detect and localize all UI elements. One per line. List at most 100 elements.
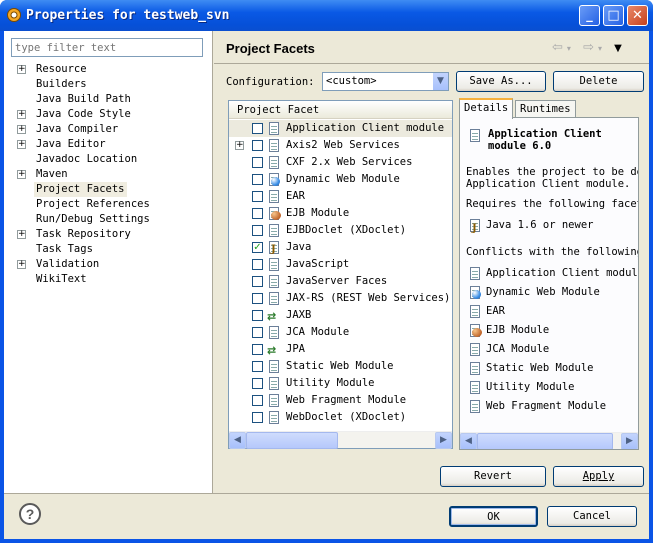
facet-column-header[interactable]: Project Facet	[229, 101, 452, 119]
facet-row[interactable]: ⇄ JPA	[229, 341, 452, 358]
scroll-left-icon[interactable]: ◀	[460, 433, 477, 449]
facet-checkbox[interactable]	[252, 327, 263, 338]
scroll-thumb[interactable]	[246, 432, 338, 449]
tree-item-label: Task Tags	[36, 243, 93, 255]
expand-icon[interactable]: +	[17, 110, 26, 119]
facet-row[interactable]: EJB Module	[229, 205, 452, 222]
expand-icon[interactable]: +	[17, 140, 26, 149]
facet-list: Application Client module + Axis2 Web Serv…	[229, 120, 452, 426]
facet-row[interactable]: Dynamic Web Module	[229, 171, 452, 188]
tree-item-run-debug-settings[interactable]: Run/Debug Settings	[17, 212, 207, 227]
facet-checkbox[interactable]	[252, 378, 263, 389]
tree-item-wikitext[interactable]: WikiText	[17, 272, 207, 287]
scroll-right-icon[interactable]: ▶	[435, 432, 452, 449]
facet-row[interactable]: JCA Module	[229, 324, 452, 341]
facet-label: EAR	[286, 190, 305, 202]
facet-row[interactable]: ✓ J Java	[229, 239, 452, 256]
facet-horizontal-scrollbar[interactable]: ◀ ▶	[229, 431, 452, 449]
scroll-thumb[interactable]	[477, 433, 613, 449]
facet-row[interactable]: CXF 2.x Web Services	[229, 154, 452, 171]
tree-item-java-editor[interactable]: + Java Editor	[17, 137, 207, 152]
facet-checkbox[interactable]	[252, 293, 263, 304]
expand-icon[interactable]: +	[17, 260, 26, 269]
document-icon	[267, 325, 280, 340]
expand-icon[interactable]: +	[17, 230, 26, 239]
facet-checkbox[interactable]	[252, 344, 263, 355]
properties-window: Properties for testweb_svn _ □ ✕ + Resour…	[0, 0, 653, 543]
facet-row[interactable]: Application Client module	[229, 120, 452, 137]
close-button[interactable]: ✕	[627, 5, 648, 26]
document-icon	[267, 291, 280, 306]
forward-arrow-icon[interactable]: ⇨	[583, 40, 594, 55]
header-separator	[214, 63, 649, 64]
chevron-down-icon[interactable]: ▼	[432, 73, 448, 90]
tree-item-maven[interactable]: + Maven	[17, 167, 207, 182]
facet-row[interactable]: JavaServer Faces	[229, 273, 452, 290]
facet-row[interactable]: ⇄ JAXB	[229, 307, 452, 324]
back-dropdown-icon[interactable]: ▾	[567, 44, 571, 53]
apply-button[interactable]: Apply	[553, 466, 644, 487]
scroll-right-icon[interactable]: ▶	[621, 433, 638, 449]
facet-row[interactable]: Web Fragment Module	[229, 392, 452, 409]
facet-row[interactable]: EJBDoclet (XDoclet)	[229, 222, 452, 239]
facet-row[interactable]: WebDoclet (XDoclet)	[229, 409, 452, 426]
facet-checkbox[interactable]	[252, 208, 263, 219]
help-icon[interactable]: ?	[19, 503, 41, 525]
tree-item-project-facets[interactable]: Project Facets	[17, 182, 207, 197]
tree-item-java-compiler[interactable]: + Java Compiler	[17, 122, 207, 137]
tree-item-java-build-path[interactable]: Java Build Path	[17, 92, 207, 107]
facet-checkbox[interactable]	[252, 259, 263, 270]
facet-checkbox[interactable]	[252, 174, 263, 185]
tree-item-task-tags[interactable]: Task Tags	[17, 242, 207, 257]
page-navigation: ⇦ ▾ ⇨ ▾ ▼	[552, 40, 626, 55]
minimize-button[interactable]: _	[579, 5, 600, 26]
title-bar[interactable]: Properties for testweb_svn _ □ ✕	[0, 0, 653, 31]
facet-checkbox[interactable]	[252, 276, 263, 287]
facet-row[interactable]: EAR	[229, 188, 452, 205]
tab-runtimes[interactable]: Runtimes	[515, 100, 576, 118]
facet-checkbox[interactable]	[252, 123, 263, 134]
facet-row[interactable]: JavaScript	[229, 256, 452, 273]
expand-icon[interactable]: +	[235, 141, 244, 150]
revert-button[interactable]: Revert	[440, 466, 546, 487]
tree-item-project-references[interactable]: Project References	[17, 197, 207, 212]
forward-dropdown-icon[interactable]: ▾	[598, 44, 602, 53]
ok-button[interactable]: OK	[449, 506, 538, 527]
facet-checkbox[interactable]	[252, 191, 263, 202]
expand-icon[interactable]: +	[17, 125, 26, 134]
view-menu-icon[interactable]: ▼	[614, 43, 622, 54]
tree-item-javadoc-location[interactable]: Javadoc Location	[17, 152, 207, 167]
configuration-select[interactable]: <custom> ▼	[322, 72, 449, 91]
facet-checkbox[interactable]	[252, 412, 263, 423]
tree-item-builders[interactable]: Builders	[17, 77, 207, 92]
delete-button[interactable]: Delete	[553, 71, 644, 92]
tree-item-task-repository[interactable]: + Task Repository	[17, 227, 207, 242]
back-arrow-icon[interactable]: ⇦	[552, 40, 563, 55]
facet-row[interactable]: + Axis2 Web Services	[229, 137, 452, 154]
facet-checkbox[interactable]	[252, 157, 263, 168]
tree-item-validation[interactable]: + Validation	[17, 257, 207, 272]
facet-row[interactable]: JAX-RS (REST Web Services)	[229, 290, 452, 307]
tab-details[interactable]: Details	[459, 98, 514, 119]
expand-icon[interactable]: +	[17, 65, 26, 74]
expand-icon[interactable]: +	[17, 170, 26, 179]
facet-label: CXF 2.x Web Services	[286, 156, 413, 168]
document-icon	[267, 393, 280, 408]
facet-checkbox[interactable]	[252, 361, 263, 372]
facet-checkbox[interactable]: ✓	[252, 242, 263, 253]
facet-checkbox[interactable]	[252, 140, 263, 151]
tree-item-java-code-style[interactable]: + Java Code Style	[17, 107, 207, 122]
facet-row[interactable]: Static Web Module	[229, 358, 452, 375]
facet-checkbox[interactable]	[252, 225, 263, 236]
tree-item-resource[interactable]: + Resource	[17, 62, 207, 77]
facet-checkbox[interactable]	[252, 395, 263, 406]
scroll-left-icon[interactable]: ◀	[229, 432, 246, 449]
maximize-button[interactable]: □	[603, 5, 624, 26]
conflicts-label: Conflicts with the following	[466, 246, 639, 258]
cancel-button[interactable]: Cancel	[547, 506, 637, 527]
facet-row[interactable]: Utility Module	[229, 375, 452, 392]
details-horizontal-scrollbar[interactable]: ◀ ▶	[460, 432, 638, 449]
facet-checkbox[interactable]	[252, 310, 263, 321]
save-as-button[interactable]: Save As...	[456, 71, 546, 92]
filter-input[interactable]	[11, 38, 203, 57]
